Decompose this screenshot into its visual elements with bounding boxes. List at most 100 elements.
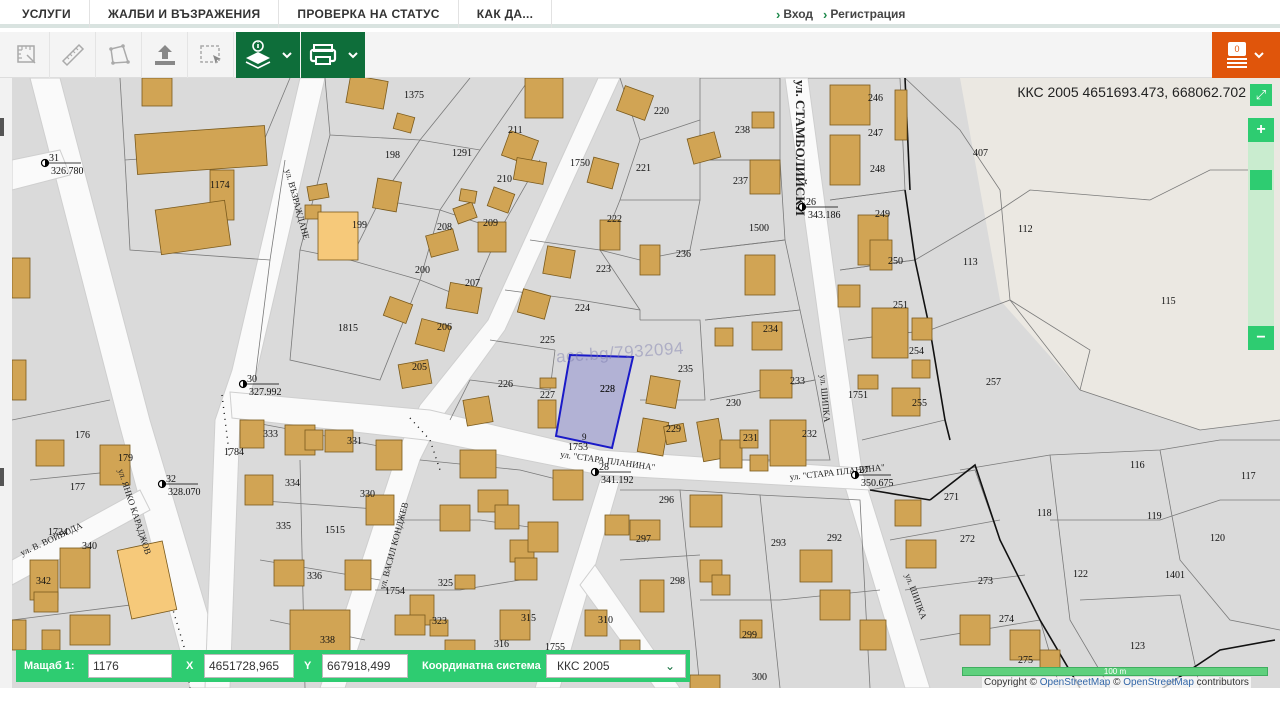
- building: [719, 439, 743, 469]
- map-canvas[interactable]: 228 9 1375 198 1291 211 210 209 208 207 206 205 20…: [12, 78, 1280, 688]
- parcel-number: 310: [598, 615, 613, 626]
- building: [859, 619, 887, 651]
- building: [539, 377, 557, 389]
- coordinate-readout: ККС 2005 4651693.473, 668062.702: [1017, 84, 1246, 100]
- crs-select[interactable]: ККС 2005 ⌄: [546, 654, 686, 678]
- osm-link[interactable]: OpenStreetMap: [1123, 677, 1194, 688]
- parcel-number: 247: [868, 128, 883, 139]
- map-attribution: Copyright © OpenStreetMap © OpenStreetMa…: [982, 677, 1251, 688]
- building: [439, 504, 471, 532]
- map-toolbar: [0, 32, 1280, 78]
- register-link[interactable]: › Регистрация: [823, 7, 905, 22]
- building: [459, 449, 497, 479]
- zoom-slider[interactable]: + −: [1248, 118, 1274, 350]
- building: [306, 182, 330, 202]
- scale-input[interactable]: [88, 654, 172, 678]
- cart-button[interactable]: 0: [1212, 32, 1280, 78]
- zoom-out-button[interactable]: −: [1248, 326, 1274, 350]
- osm-link[interactable]: OpenStreetMap: [1040, 677, 1111, 688]
- parcel-number: 199: [352, 220, 367, 231]
- expand-icon: ⤢: [1255, 87, 1267, 102]
- building: [749, 454, 769, 472]
- parcel-number: 1750: [570, 158, 590, 169]
- x-label: X: [186, 660, 194, 672]
- building: [69, 614, 111, 646]
- ruler-button[interactable]: [50, 32, 96, 78]
- zoom-slider-handle[interactable]: [1250, 170, 1272, 190]
- parcel-number: 325: [438, 578, 453, 589]
- parcel-number: 1291: [452, 148, 472, 159]
- parcel-number: 225: [540, 335, 555, 346]
- parcel-number: 300: [752, 672, 767, 683]
- building: [394, 614, 426, 636]
- parcel-number: 234: [763, 324, 778, 335]
- nav-tab-complaints[interactable]: ЖАЛБИ И ВЪЗРАЖЕНИЯ: [90, 0, 280, 28]
- polygon-icon: [108, 44, 130, 65]
- login-link[interactable]: › Вход: [776, 7, 813, 22]
- street-label: ул. СТАМБОЛИЙСКИ: [793, 80, 808, 216]
- building: [372, 177, 402, 213]
- svg-text:30: 30: [247, 374, 257, 385]
- svg-text:27: 27: [859, 465, 869, 476]
- parcel-number: 209: [483, 218, 498, 229]
- parcel-number: 210: [497, 174, 512, 185]
- fullscreen-button[interactable]: ⤢: [1250, 84, 1272, 106]
- nav-tab-status-check[interactable]: ПРОВЕРКА НА СТАТУС: [279, 0, 459, 28]
- select-rectangle-button[interactable]: [188, 32, 234, 78]
- parcel-number: 228: [600, 384, 615, 395]
- building: [819, 589, 851, 621]
- building: [871, 307, 909, 359]
- building: [751, 111, 775, 129]
- building: [837, 284, 861, 308]
- building: [645, 375, 681, 409]
- parcel-number: 233: [790, 376, 805, 387]
- parcel-number: 205: [412, 362, 427, 373]
- parcel-number: 120: [1210, 533, 1225, 544]
- building: [749, 159, 781, 195]
- polygon-button[interactable]: [96, 32, 142, 78]
- building: [639, 244, 661, 276]
- parcel-number: 237: [733, 176, 748, 187]
- parcel-number: 331: [347, 436, 362, 447]
- building: [857, 374, 879, 390]
- building: [375, 439, 403, 471]
- chevron-right-icon: ›: [776, 6, 781, 22]
- parcel-number: 224: [575, 303, 590, 314]
- chevron-down-icon: ⌄: [664, 659, 675, 673]
- building: [154, 199, 232, 256]
- layers-info-button[interactable]: [236, 32, 300, 78]
- building: [462, 395, 494, 427]
- parcel-number: 223: [596, 264, 611, 275]
- parcel-number: 200: [415, 265, 430, 276]
- nav-tab-services[interactable]: УСЛУГИ: [0, 0, 90, 28]
- parcel-number: 323: [432, 616, 447, 627]
- parcel-number: 1751: [848, 390, 868, 401]
- coordinate-controls: Мащаб 1: X Y Координатна система ККС 200…: [16, 650, 690, 682]
- building: [425, 228, 459, 258]
- parcel-number: 1174: [210, 180, 230, 191]
- print-button[interactable]: [301, 32, 365, 78]
- parcel-number: 293: [771, 538, 786, 549]
- x-coordinate-input[interactable]: [204, 654, 294, 678]
- building: [514, 557, 538, 581]
- building: [392, 112, 416, 134]
- svg-text:341.192: 341.192: [601, 475, 634, 486]
- parcel-number: 113: [963, 257, 978, 268]
- zoom-in-button[interactable]: +: [1248, 118, 1274, 142]
- nav-tab-how-to[interactable]: КАК ДА...: [459, 0, 553, 28]
- selected-parcel[interactable]: [554, 353, 635, 450]
- upload-button[interactable]: [142, 32, 188, 78]
- chevron-down-icon: [348, 52, 358, 59]
- y-coordinate-input[interactable]: [322, 654, 408, 678]
- layers-info-icon: [245, 40, 271, 69]
- building: [141, 78, 173, 107]
- building: [454, 574, 476, 590]
- building: [686, 131, 722, 165]
- cart-count-badge: 0: [1228, 42, 1246, 56]
- parcel-number: 296: [659, 495, 674, 506]
- parcel-number: 206: [437, 322, 452, 333]
- parcel-number: 340: [82, 541, 97, 552]
- parcel-number: 226: [498, 379, 513, 390]
- cadastral-map[interactable]: 228 9 1375 198 1291 211 210 209 208 207 206 205 20…: [12, 78, 1280, 688]
- measure-area-button[interactable]: [4, 32, 50, 78]
